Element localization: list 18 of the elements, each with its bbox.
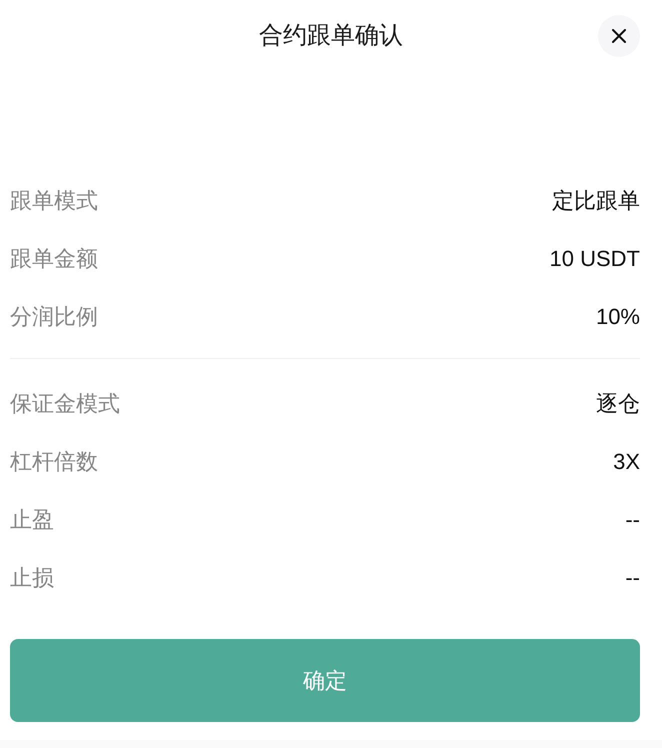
field-value: 定比跟单 (552, 186, 640, 214)
field-value: -- (625, 564, 640, 592)
field-label: 止盈 (10, 506, 54, 534)
field-value: 逐仓 (596, 390, 640, 418)
confirm-button[interactable]: 确定 (10, 639, 640, 722)
close-button[interactable] (598, 15, 640, 57)
field-value: -- (625, 506, 640, 534)
field-label: 止损 (10, 564, 54, 592)
field-value: 10 USDT (550, 244, 640, 272)
field-label: 跟单模式 (10, 186, 98, 214)
dialog-title: 合约跟单确认 (259, 21, 403, 51)
field-label: 杠杆倍数 (10, 448, 98, 476)
field-label: 保证金模式 (10, 390, 120, 418)
field-label: 跟单金额 (10, 244, 98, 272)
field-value: 10% (596, 302, 640, 330)
field-label: 分润比例 (10, 302, 98, 330)
field-value: 3X (613, 448, 640, 476)
close-icon (612, 29, 626, 43)
